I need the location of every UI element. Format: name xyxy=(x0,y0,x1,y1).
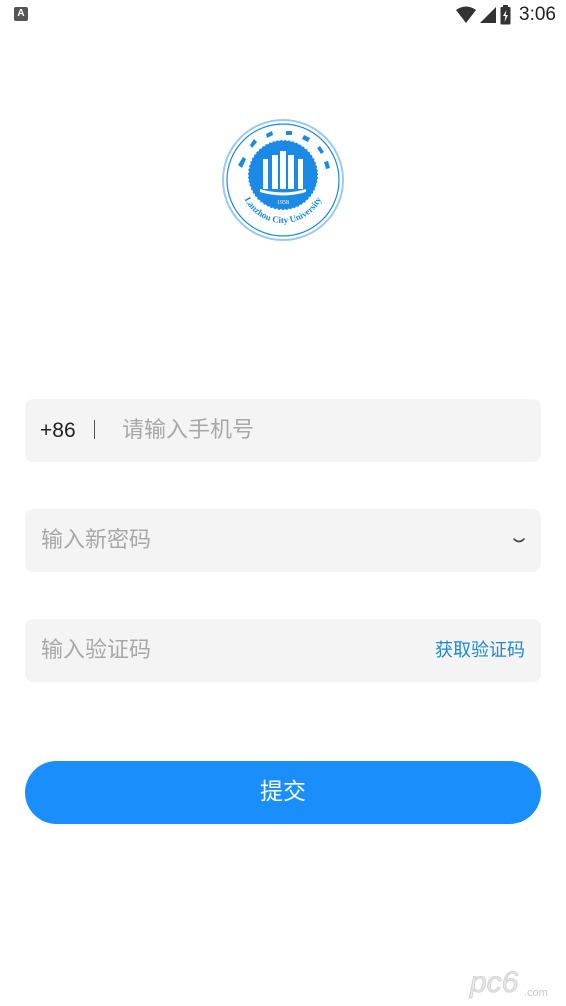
status-time: 3:06 xyxy=(519,4,556,25)
new-password-input[interactable] xyxy=(41,509,491,572)
svg-text:pc6: pc6 xyxy=(469,966,519,999)
seal-graphic: 1958 Lanzhou City University xyxy=(222,119,344,241)
verification-code-field: 获取验证码 xyxy=(25,619,541,682)
get-code-button[interactable]: 获取验证码 xyxy=(435,619,525,682)
field-divider xyxy=(94,420,95,439)
battery-icon xyxy=(500,5,511,25)
country-code[interactable]: +86 xyxy=(40,399,76,462)
notification-app-icon: A xyxy=(14,7,28,21)
submit-button[interactable]: 提交 xyxy=(25,761,541,824)
wifi-icon xyxy=(456,6,477,23)
verification-code-input[interactable] xyxy=(41,619,411,682)
pc6-watermark-logo: pc6 .com xyxy=(469,966,548,1000)
status-bar: A 3:06 xyxy=(0,0,566,30)
cell-signal-icon xyxy=(480,7,497,23)
status-bar-right: 3:06 xyxy=(456,3,556,27)
svg-text:.com: .com xyxy=(524,987,548,999)
seal-year: 1958 xyxy=(277,200,289,206)
university-seal-logo: 1958 Lanzhou City University xyxy=(220,117,346,243)
password-field xyxy=(25,509,541,572)
eye-closed-icon[interactable] xyxy=(511,531,527,549)
phone-input[interactable] xyxy=(122,399,522,462)
phone-field: +86 xyxy=(25,399,541,462)
